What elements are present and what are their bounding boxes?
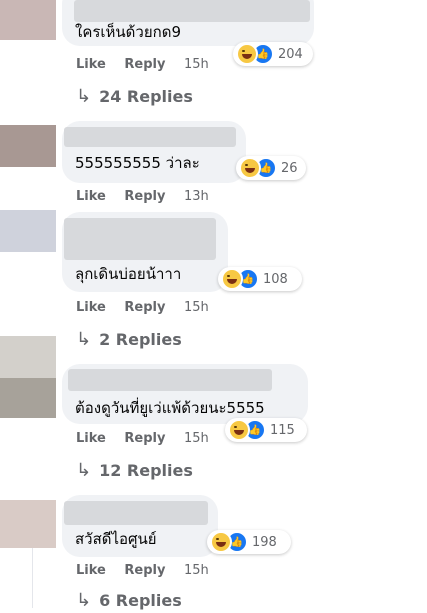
comment-bubble <box>62 121 246 183</box>
replies-label: 24 Replies <box>99 87 193 106</box>
reply-arrow-icon: ↳ <box>76 329 92 350</box>
comment-text: สวัสดีไอศูนย์ <box>75 530 157 548</box>
haha-icon <box>228 419 250 441</box>
reply-button[interactable]: Reply <box>124 189 165 204</box>
avatar[interactable] <box>0 0 56 40</box>
like-button[interactable]: Like <box>76 300 106 315</box>
haha-icon <box>236 43 258 65</box>
comment-actions: Like Reply 15h <box>76 57 209 72</box>
reaction-count: 108 <box>263 271 288 287</box>
view-replies-link[interactable]: ↳ 24 Replies <box>76 86 193 107</box>
comment-actions: Like Reply 15h <box>76 431 209 446</box>
reply-button[interactable]: Reply <box>124 563 165 578</box>
reply-arrow-icon: ↳ <box>76 590 92 611</box>
reaction-count: 204 <box>278 46 303 62</box>
avatar[interactable] <box>0 336 56 378</box>
timestamp[interactable]: 13h <box>184 189 209 204</box>
reply-arrow-icon: ↳ <box>76 460 92 481</box>
comment-text: ลุกเดินบ่อยน้าาา <box>75 265 182 283</box>
like-button[interactable]: Like <box>76 431 106 446</box>
haha-icon <box>221 268 243 290</box>
reply-button[interactable]: Reply <box>124 57 165 72</box>
view-replies-link[interactable]: ↳ 12 Replies <box>76 460 193 481</box>
reaction-count: 26 <box>281 160 298 176</box>
commenter-name[interactable] <box>64 218 216 260</box>
comment-text: 555555555 ว่าละ <box>75 154 200 172</box>
commenter-name[interactable] <box>64 127 236 147</box>
like-button[interactable]: Like <box>76 189 106 204</box>
reaction-summary[interactable]: 👍 26 <box>236 156 306 180</box>
replies-label: 2 Replies <box>99 330 182 349</box>
comment-actions: Like Reply 15h <box>76 300 209 315</box>
commenter-name[interactable] <box>74 0 310 22</box>
reaction-summary[interactable]: 👍 204 <box>233 42 313 66</box>
timestamp[interactable]: 15h <box>184 300 209 315</box>
reaction-count: 115 <box>270 422 295 438</box>
thread-line <box>32 548 33 608</box>
timestamp[interactable]: 15h <box>184 431 209 446</box>
comment-actions: Like Reply 15h <box>76 563 209 578</box>
reaction-summary[interactable]: 👍 115 <box>225 418 307 442</box>
timestamp[interactable]: 15h <box>184 57 209 72</box>
reaction-count: 198 <box>252 534 277 550</box>
avatar[interactable] <box>0 210 56 252</box>
view-replies-link[interactable]: ↳ 6 Replies <box>76 590 182 611</box>
replies-label: 12 Replies <box>99 461 193 480</box>
timestamp[interactable]: 15h <box>184 563 209 578</box>
commenter-name[interactable] <box>68 369 272 391</box>
reply-arrow-icon: ↳ <box>76 86 92 107</box>
reaction-summary[interactable]: 👍 198 <box>207 530 291 554</box>
replies-label: 6 Replies <box>99 591 182 610</box>
commenter-name[interactable] <box>64 501 208 525</box>
reaction-summary[interactable]: 👍 108 <box>218 267 302 291</box>
haha-icon <box>239 157 261 179</box>
avatar[interactable] <box>0 500 56 548</box>
avatar[interactable] <box>0 125 56 167</box>
comment-text: ใครเห็นด้วยกด9 <box>75 23 182 41</box>
comment-actions: Like Reply 13h <box>76 189 209 204</box>
like-button[interactable]: Like <box>76 57 106 72</box>
haha-icon <box>210 531 232 553</box>
like-button[interactable]: Like <box>76 563 106 578</box>
avatar[interactable] <box>0 378 56 418</box>
view-replies-link[interactable]: ↳ 2 Replies <box>76 329 182 350</box>
reply-button[interactable]: Reply <box>124 300 165 315</box>
reply-button[interactable]: Reply <box>124 431 165 446</box>
comment-text: ต้องดูวันที่ยูเว่แพ้ด้วยนะ5555 <box>75 399 265 417</box>
